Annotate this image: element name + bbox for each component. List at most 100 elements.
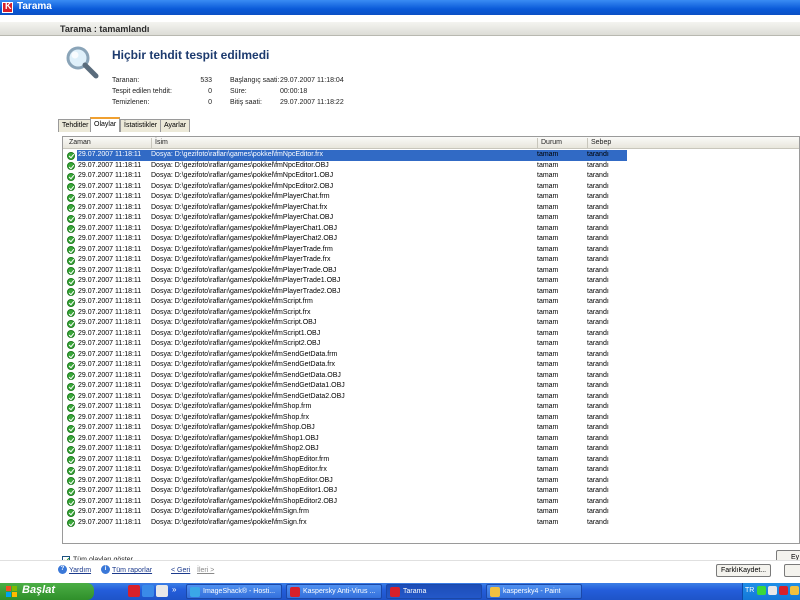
table-row[interactable]: 29.07.2007 11:18:11 Dosya: D:\gezifoto\ra… [63,266,799,277]
task-paint[interactable]: kaspersky4 - Paint [486,584,582,599]
table-row[interactable]: 29.07.2007 11:18:11 Dosya: D:\gezifoto\ra… [63,182,799,193]
ok-status-icon [67,466,75,475]
save-as-button[interactable]: FarklıKaydet... [716,564,772,577]
event-time: 29.07.2007 11:18:11 [78,266,142,274]
event-reason: tarandı [587,203,609,211]
table-row[interactable]: 29.07.2007 11:18:11 Dosya: D:\gezifoto\ra… [63,497,799,508]
table-row[interactable]: 29.07.2007 11:18:11 Dosya: D:\gezifoto\ra… [63,308,799,319]
language-indicator[interactable]: TR [745,587,754,594]
column-divider[interactable] [537,138,538,148]
event-time: 29.07.2007 11:18:11 [78,235,142,242]
table-row[interactable]: 29.07.2007 11:18:11 Dosya: D:\gezifoto\ra… [63,465,799,476]
kaspersky-quicklaunch-icon[interactable] [128,585,140,597]
ok-status-icon [67,267,75,275]
ok-status-icon [67,498,75,506]
column-header-name[interactable]: İsim [155,139,168,146]
help-icon[interactable]: ? [58,565,67,574]
tray-app-icon[interactable] [790,586,799,595]
table-row[interactable]: 29.07.2007 11:18:11 Dosya: D:\gezifoto\ra… [63,150,799,161]
table-row[interactable]: 29.07.2007 11:18:11 Dosya: D:\gezifoto\ra… [63,434,799,445]
event-state: tamam [537,371,559,379]
event-state: tamam [537,413,559,421]
quicklaunch-more-icon[interactable]: » [172,585,176,594]
reports-icon[interactable]: i [101,565,110,574]
event-state: tamam [537,235,559,242]
tab-events[interactable]: Olaylar [90,117,121,132]
table-row[interactable]: 29.07.2007 11:18:11 Dosya: D:\gezifoto\ra… [63,161,799,172]
table-row[interactable]: 29.07.2007 11:18:11 Dosya: D:\gezifoto\ra… [63,371,799,382]
next-link-label: İleri > [197,567,215,574]
media-player-icon[interactable] [156,585,168,597]
table-row[interactable]: 29.07.2007 11:18:11 Dosya: D:\gezifoto\ra… [63,171,799,182]
task-label: Tarama [403,588,427,595]
event-state: tamam [537,277,559,284]
table-row[interactable]: 29.07.2007 11:18:11 Dosya: D:\gezifoto\ra… [63,455,799,466]
column-divider[interactable] [151,138,152,148]
table-row[interactable]: 29.07.2007 11:18:11 Dosya: D:\gezifoto\ra… [63,318,799,329]
event-time: 29.07.2007 11:18:11 [78,424,142,431]
table-row[interactable]: 29.07.2007 11:18:11 Dosya: D:\gezifoto\ra… [63,234,799,245]
table-row[interactable]: 29.07.2007 11:18:11 Dosya: D:\gezifoto\ra… [63,339,799,350]
table-row[interactable]: 29.07.2007 11:18:11 Dosya: D:\gezifoto\ra… [63,381,799,392]
event-state: tamam [537,193,559,200]
table-row[interactable]: 29.07.2007 11:18:11 Dosya: D:\gezifoto\ra… [63,402,799,413]
footer-extra-button[interactable] [784,564,800,577]
status-header-bar-left [0,22,56,36]
table-row[interactable]: 29.07.2007 11:18:11 Dosya: D:\gezifoto\ra… [63,213,799,224]
event-state: tamam [537,445,559,452]
task-scan[interactable]: Tarama [386,584,482,599]
tab-settings[interactable]: Ayarlar [160,119,191,132]
window-titlebar[interactable]: Tarama [0,0,800,15]
table-row[interactable]: 29.07.2007 11:18:11 Dosya: D:\gezifoto\ra… [63,192,799,203]
table-row[interactable]: 29.07.2007 11:18:11 Dosya: D:\gezifoto\ra… [63,413,799,424]
event-time: 29.07.2007 11:18:11 [78,413,142,421]
column-header-reason[interactable]: Sebep [591,139,611,146]
table-row[interactable]: 29.07.2007 11:18:11 Dosya: D:\gezifoto\ra… [63,392,799,403]
column-header-time[interactable]: Zaman [69,139,91,146]
table-row[interactable]: 29.07.2007 11:18:11 Dosya: D:\gezifoto\ra… [63,423,799,434]
task-kaspersky[interactable]: Kaspersky Anti-Virus ... [286,584,382,599]
table-row[interactable]: 29.07.2007 11:18:11 Dosya: D:\gezifoto\ra… [63,360,799,371]
task-imageshack[interactable]: ImageShack® - Hosti... [186,584,282,599]
window-title: Tarama [17,1,52,12]
tab-threats[interactable]: Tehditler [58,119,93,132]
ok-status-icon [67,172,75,181]
column-divider[interactable] [587,138,588,148]
events-table[interactable]: Zaman İsim Durum Sebep 29.07.2007 11:18:… [62,136,800,544]
table-row[interactable]: 29.07.2007 11:18:11 Dosya: D:\gezifoto\ra… [63,329,799,340]
tab-statistics[interactable]: İstatistikler [120,119,162,132]
table-row[interactable]: 29.07.2007 11:18:11 Dosya: D:\gezifoto\ra… [63,507,799,518]
event-state: tamam [537,182,559,190]
table-row[interactable]: 29.07.2007 11:18:11 Dosya: D:\gezifoto\ra… [63,297,799,308]
ok-status-icon [67,151,75,160]
help-link-label[interactable]: Yardım [69,567,91,574]
table-row[interactable]: 29.07.2007 11:18:11 Dosya: D:\gezifoto\ra… [63,444,799,455]
table-row[interactable]: 29.07.2007 11:18:11 Dosya: D:\gezifoto\ra… [63,203,799,214]
scanned-value: 533 [200,77,212,84]
table-row[interactable]: 29.07.2007 11:18:11 Dosya: D:\gezifoto\ra… [63,350,799,361]
column-header-state[interactable]: Durum [541,139,562,146]
ok-status-icon [67,225,75,233]
all-reports-link[interactable]: Tüm raporlar [112,567,152,574]
network-icon[interactable] [757,586,766,595]
volume-icon[interactable] [768,586,777,595]
table-row[interactable]: 29.07.2007 11:18:11 Dosya: D:\gezifoto\ra… [63,224,799,235]
back-link[interactable]: < Geri [171,567,190,574]
internet-explorer-icon[interactable] [142,585,154,597]
help-link[interactable]: Yardım [69,567,91,574]
all-reports-link-label[interactable]: Tüm raporlar [112,567,152,574]
event-time: 29.07.2007 11:18:11 [78,487,142,494]
kaspersky-tray-icon[interactable] [779,586,788,595]
event-time: 29.07.2007 11:18:11 [78,382,142,389]
table-row[interactable]: 29.07.2007 11:18:11 Dosya: D:\gezifoto\ra… [63,255,799,266]
table-row[interactable]: 29.07.2007 11:18:11 Dosya: D:\gezifoto\ra… [63,518,799,529]
table-row[interactable]: 29.07.2007 11:18:11 Dosya: D:\gezifoto\ra… [63,287,799,298]
ok-status-icon [67,235,75,244]
table-row[interactable]: 29.07.2007 11:18:11 Dosya: D:\gezifoto\ra… [63,486,799,497]
table-row[interactable]: 29.07.2007 11:18:11 Dosya: D:\gezifoto\ra… [63,276,799,287]
ok-status-icon [67,256,75,265]
back-link-label[interactable]: < Geri [171,567,190,574]
table-row[interactable]: 29.07.2007 11:18:11 Dosya: D:\gezifoto\ra… [63,245,799,256]
table-row[interactable]: 29.07.2007 11:18:11 Dosya: D:\gezifoto\ra… [63,476,799,487]
start-button[interactable]: Başlat [0,583,94,600]
